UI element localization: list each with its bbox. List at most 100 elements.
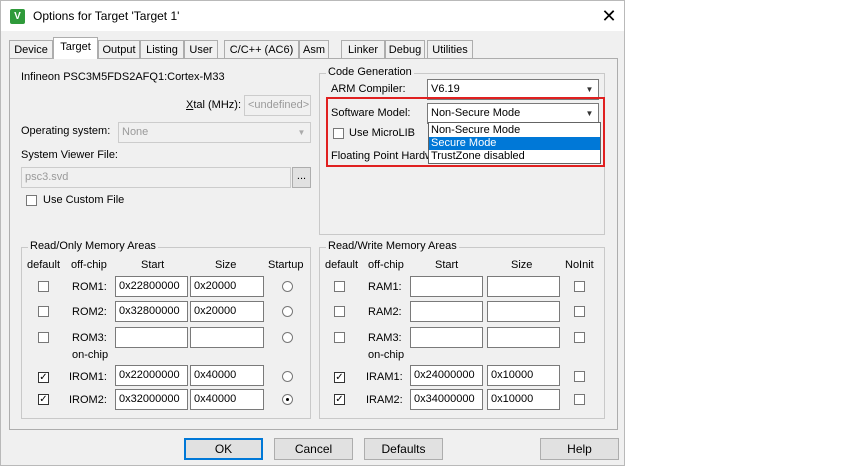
tab-linker[interactable]: Linker bbox=[341, 40, 385, 58]
rom3-size-input[interactable] bbox=[190, 327, 264, 348]
iram1-default-checkbox[interactable]: ✓ bbox=[334, 372, 345, 383]
rom3-start-input[interactable] bbox=[115, 327, 188, 348]
rom-header-start: Start bbox=[141, 259, 165, 271]
use-custom-file-checkbox[interactable] bbox=[26, 195, 37, 206]
irom2-size-input[interactable]: 0x40000 bbox=[190, 389, 264, 410]
defaults-button[interactable]: Defaults bbox=[364, 438, 443, 460]
ram2-size-input[interactable] bbox=[487, 301, 560, 322]
floating-point-label: Floating Point Hardw bbox=[331, 150, 434, 162]
os-select[interactable]: None ▼ bbox=[118, 122, 311, 143]
rom-onchip-label: on-chip bbox=[72, 349, 109, 361]
rom-header-size: Size bbox=[215, 259, 237, 271]
code-generation-title: Code Generation bbox=[326, 66, 414, 78]
irom2-start-input[interactable]: 0x32000000 bbox=[115, 389, 188, 410]
rom-group-title: Read/Only Memory Areas bbox=[28, 240, 158, 252]
irom2-default-checkbox[interactable]: ✓ bbox=[38, 394, 49, 405]
ram2-start-input[interactable] bbox=[410, 301, 483, 322]
use-microlib-label: Use MicroLIB bbox=[349, 127, 416, 139]
rom1-start-input[interactable]: 0x22800000 bbox=[115, 276, 188, 297]
ram1-start-input[interactable] bbox=[410, 276, 483, 297]
iram2-label: IRAM2: bbox=[366, 394, 403, 406]
options-dialog: V Options for Target 'Target 1' ✕ Device… bbox=[0, 0, 625, 466]
close-icon[interactable]: ✕ bbox=[597, 4, 621, 28]
svd-label: System Viewer File: bbox=[21, 149, 118, 161]
ram-header-noinit: NoInit bbox=[565, 259, 594, 271]
software-model-select[interactable]: Non-Secure Mode ▼ bbox=[427, 103, 599, 124]
ram2-noinit-checkbox[interactable] bbox=[574, 306, 585, 317]
use-custom-file-label: Use Custom File bbox=[43, 194, 125, 206]
option-secure-mode[interactable]: Secure Mode bbox=[429, 137, 600, 150]
ram-header-offchip: off-chip bbox=[368, 259, 404, 271]
irom1-default-checkbox[interactable]: ✓ bbox=[38, 372, 49, 383]
iram2-default-checkbox[interactable]: ✓ bbox=[334, 394, 345, 405]
tab-output[interactable]: Output bbox=[98, 40, 140, 58]
rom1-default-checkbox[interactable] bbox=[38, 281, 49, 292]
ram-onchip-label: on-chip bbox=[368, 349, 405, 361]
tab-target[interactable]: Target bbox=[53, 37, 98, 59]
ok-button[interactable]: OK bbox=[184, 438, 263, 460]
tab-listing[interactable]: Listing bbox=[140, 40, 184, 58]
window-title: Options for Target 'Target 1' bbox=[33, 9, 180, 23]
tab-debug[interactable]: Debug bbox=[385, 40, 425, 58]
rom-header-offchip: off-chip bbox=[71, 259, 107, 271]
irom2-label: IROM2: bbox=[69, 394, 107, 406]
xtal-input[interactable]: <undefined> bbox=[244, 95, 311, 116]
rom3-default-checkbox[interactable] bbox=[38, 332, 49, 343]
os-label: Operating system: bbox=[21, 125, 111, 137]
ram3-start-input[interactable] bbox=[410, 327, 483, 348]
software-model-value: Non-Secure Mode bbox=[431, 107, 521, 119]
help-button[interactable]: Help bbox=[540, 438, 619, 460]
rom1-label: ROM1: bbox=[72, 281, 107, 293]
tab-asm[interactable]: Asm bbox=[299, 40, 329, 58]
ram-header-default: default bbox=[325, 259, 359, 271]
ram2-default-checkbox[interactable] bbox=[334, 306, 345, 317]
rom1-startup-radio[interactable] bbox=[282, 281, 293, 292]
iram2-noinit-checkbox[interactable] bbox=[574, 394, 585, 405]
ram-group-title: Read/Write Memory Areas bbox=[326, 240, 459, 252]
rom2-size-input[interactable]: 0x20000 bbox=[190, 301, 264, 322]
use-microlib-checkbox[interactable] bbox=[333, 128, 344, 139]
iram1-noinit-checkbox[interactable] bbox=[574, 371, 585, 382]
rom2-default-checkbox[interactable] bbox=[38, 306, 49, 317]
iram2-start-input[interactable]: 0x34000000 bbox=[410, 389, 483, 410]
svd-input[interactable]: psc3.svd bbox=[21, 167, 291, 188]
ram1-noinit-checkbox[interactable] bbox=[574, 281, 585, 292]
iram1-size-input[interactable]: 0x10000 bbox=[487, 365, 560, 386]
ram1-label: RAM1: bbox=[368, 281, 402, 293]
ram-header-size: Size bbox=[511, 259, 533, 271]
ram1-size-input[interactable] bbox=[487, 276, 560, 297]
chevron-down-icon: ▼ bbox=[297, 128, 306, 137]
radio-selected-dot bbox=[286, 398, 289, 401]
tab-device[interactable]: Device bbox=[9, 40, 53, 58]
option-trustzone-disabled[interactable]: TrustZone disabled bbox=[429, 150, 600, 163]
title-bar: V Options for Target 'Target 1' ✕ bbox=[1, 1, 624, 31]
browse-button[interactable]: ... bbox=[292, 167, 311, 188]
tab-cc-ac6[interactable]: C/C++ (AC6) bbox=[224, 40, 299, 58]
ram3-size-input[interactable] bbox=[487, 327, 560, 348]
tab-user[interactable]: User bbox=[184, 40, 218, 58]
cancel-button[interactable]: Cancel bbox=[274, 438, 353, 460]
tab-utilities[interactable]: Utilities bbox=[427, 40, 473, 58]
rom2-startup-radio[interactable] bbox=[282, 306, 293, 317]
ram1-default-checkbox[interactable] bbox=[334, 281, 345, 292]
irom2-startup-radio[interactable] bbox=[282, 394, 293, 405]
irom1-size-input[interactable]: 0x40000 bbox=[190, 365, 264, 386]
irom1-startup-radio[interactable] bbox=[282, 371, 293, 382]
option-non-secure-mode[interactable]: Non-Secure Mode bbox=[429, 124, 600, 137]
software-model-label: Software Model: bbox=[331, 107, 411, 119]
rom2-start-input[interactable]: 0x32800000 bbox=[115, 301, 188, 322]
iram2-size-input[interactable]: 0x10000 bbox=[487, 389, 560, 410]
arm-compiler-label: ARM Compiler: bbox=[331, 83, 406, 95]
chevron-down-icon: ▼ bbox=[585, 109, 594, 118]
iram1-start-input[interactable]: 0x24000000 bbox=[410, 365, 483, 386]
iram1-label: IRAM1: bbox=[366, 371, 403, 383]
chevron-down-icon: ▼ bbox=[585, 85, 594, 94]
ram2-label: RAM2: bbox=[368, 306, 402, 318]
irom1-start-input[interactable]: 0x22000000 bbox=[115, 365, 188, 386]
os-value: None bbox=[122, 126, 149, 138]
rom3-startup-radio[interactable] bbox=[282, 332, 293, 343]
ram3-noinit-checkbox[interactable] bbox=[574, 332, 585, 343]
ram3-default-checkbox[interactable] bbox=[334, 332, 345, 343]
rom1-size-input[interactable]: 0x20000 bbox=[190, 276, 264, 297]
arm-compiler-select[interactable]: V6.19 ▼ bbox=[427, 79, 599, 100]
